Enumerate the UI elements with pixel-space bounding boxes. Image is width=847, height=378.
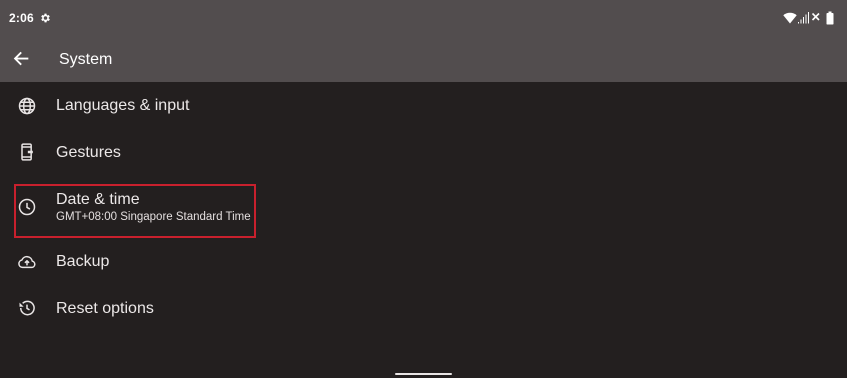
wifi-icon [783, 12, 797, 24]
languages-input-title: Languages & input [56, 97, 190, 114]
status-icons [783, 11, 834, 25]
gestures-title: Gestures [56, 144, 121, 161]
cloud-upload-icon [18, 255, 36, 269]
languages-input-item[interactable]: Languages & input [0, 84, 847, 128]
gestures-item[interactable]: Gestures [0, 131, 847, 175]
signal-icon [798, 12, 809, 24]
app-bar: System [0, 36, 847, 82]
no-sim-icon [811, 12, 820, 21]
battery-icon [826, 11, 834, 25]
home-indicator[interactable] [395, 373, 452, 375]
globe-icon [18, 97, 36, 115]
highlight-box [14, 184, 256, 238]
history-icon [19, 300, 35, 316]
gear-icon [41, 13, 50, 23]
reset-options-title: Reset options [56, 300, 154, 317]
arrow-left-icon[interactable] [10, 48, 32, 70]
status-bar: 2:06 [0, 0, 847, 36]
backup-title: Backup [56, 253, 110, 270]
reset-options-item[interactable]: Reset options [0, 287, 847, 331]
phone-gesture-icon [21, 143, 33, 161]
page-title: System [59, 51, 113, 68]
status-time: 2:06 [9, 11, 34, 25]
backup-item[interactable]: Backup [0, 240, 847, 284]
settings-screen: 2:06 System Languages & input Gestures D… [0, 0, 847, 378]
